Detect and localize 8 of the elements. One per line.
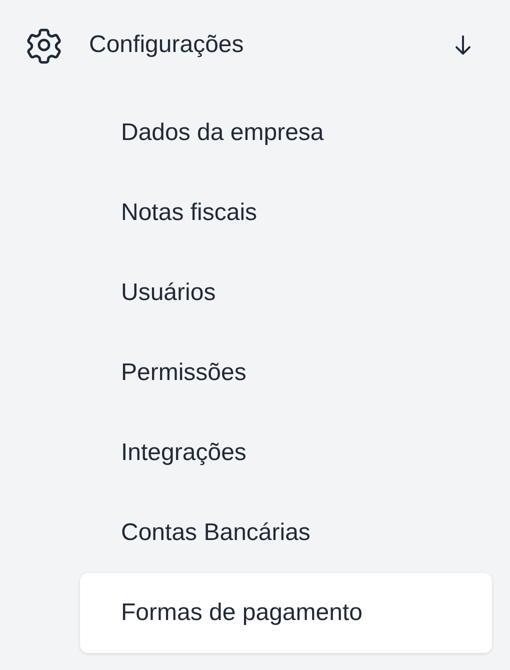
menu-item[interactable]: Usuários	[80, 253, 492, 333]
settings-section-header[interactable]: Configurações	[0, 0, 510, 90]
menu-item[interactable]: Contas Bancárias	[80, 493, 492, 573]
menu-item[interactable]: Formas de pagamento	[80, 573, 492, 653]
menu-item[interactable]: Integrações	[80, 413, 492, 493]
menu-item[interactable]: Dados da empresa	[80, 93, 492, 173]
menu-item[interactable]: Permissões	[80, 333, 492, 413]
menu-item[interactable]: Notas fiscais	[80, 173, 492, 253]
